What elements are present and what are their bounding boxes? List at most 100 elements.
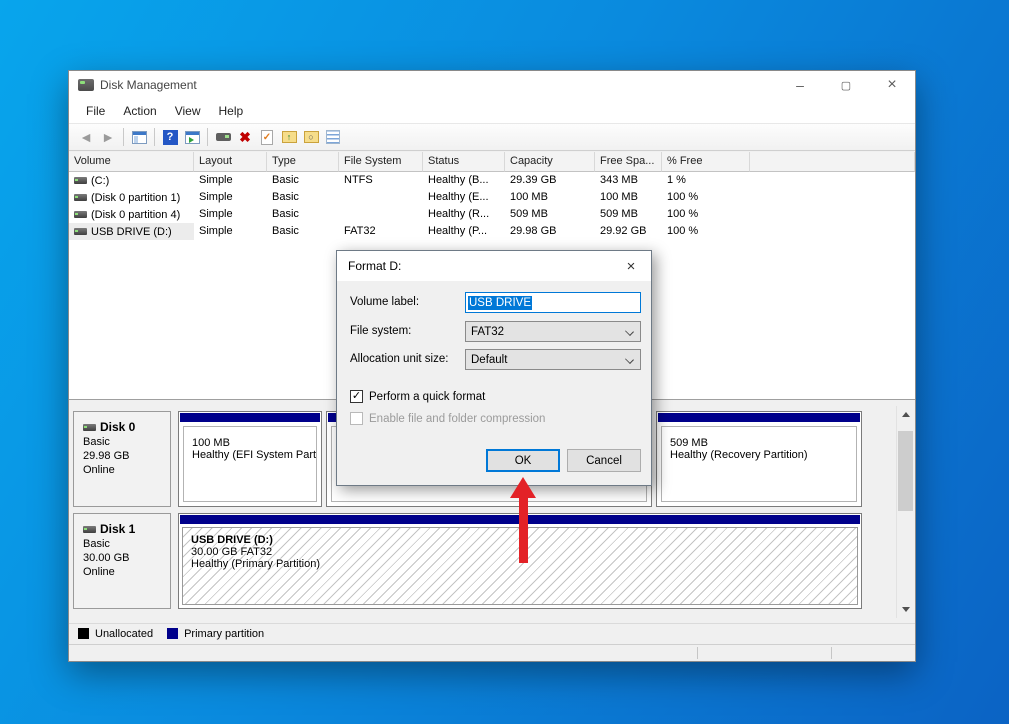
fs-cell — [339, 189, 423, 206]
allocation-unit-select[interactable]: Default — [465, 349, 641, 370]
annotation-arrow-up — [510, 477, 536, 563]
menu-view[interactable]: View — [166, 100, 210, 122]
volume-name: (C:) — [91, 175, 109, 187]
drive-icon — [74, 177, 87, 184]
column-header-capacity[interactable]: Capacity — [505, 152, 595, 172]
menu-action[interactable]: Action — [114, 100, 165, 122]
delete-volume-icon[interactable]: ✖ — [235, 127, 255, 147]
scroll-down-icon[interactable] — [897, 601, 914, 618]
window-title: Disk Management — [100, 78, 197, 92]
properties-glyph — [326, 130, 340, 144]
toolbar-separator — [154, 128, 155, 146]
unallocated-label: Unallocated — [95, 628, 153, 640]
disk0-partition-efi[interactable]: 100 MB Healthy (EFI System Partit — [178, 411, 322, 507]
partition-status: Healthy (EFI System Partit — [192, 449, 316, 461]
volume-cell: (C:) — [69, 172, 194, 189]
capacity-cell: 509 MB — [505, 206, 595, 223]
table-row[interactable]: (Disk 0 partition 1) Simple Basic Health… — [69, 189, 915, 206]
format-dialog: Format D: × Volume label: USB DRIVE File… — [336, 250, 652, 486]
close-button[interactable]: × — [869, 71, 915, 99]
drive-icon — [74, 211, 87, 218]
folder-up-icon[interactable] — [279, 127, 299, 147]
folder-search-icon[interactable] — [301, 127, 321, 147]
dialog-close-icon[interactable]: × — [611, 251, 651, 281]
volume-label-input[interactable]: USB DRIVE — [465, 292, 641, 313]
fs-cell — [339, 206, 423, 223]
app-disk-icon — [78, 79, 94, 91]
allocation-unit-value: Default — [471, 354, 507, 366]
volume-cell: (Disk 0 partition 1) — [69, 189, 194, 206]
primary-partition-swatch — [167, 628, 178, 639]
help-icon[interactable]: ? — [160, 127, 180, 147]
type-cell: Basic — [267, 189, 339, 206]
column-header-free-space[interactable]: Free Spa... — [595, 152, 662, 172]
cancel-button[interactable]: Cancel — [567, 449, 641, 472]
pct-cell: 100 % — [662, 189, 750, 206]
volume-name: USB DRIVE (D:) — [91, 226, 172, 238]
quick-format-label: Perform a quick format — [369, 391, 485, 403]
back-icon[interactable]: ◄ — [76, 127, 96, 147]
disk0-state: Online — [83, 464, 170, 476]
free-cell: 509 MB — [595, 206, 662, 223]
arrow-head — [510, 477, 536, 498]
chevron-down-icon — [625, 355, 634, 364]
volume-name: (Disk 0 partition 1) — [91, 192, 180, 204]
disk0-info-box[interactable]: Disk 0 Basic 29.98 GB Online — [73, 411, 171, 507]
arrow-tail — [519, 497, 528, 563]
show-console-tree-icon[interactable] — [129, 127, 149, 147]
toolbar-separator — [207, 128, 208, 146]
fs-cell: NTFS — [339, 172, 423, 189]
mark-active-icon[interactable]: ✓ — [257, 127, 277, 147]
partition-body: 509 MB Healthy (Recovery Partition) — [661, 426, 857, 502]
column-header-layout[interactable]: Layout — [194, 152, 267, 172]
disk-icon — [83, 526, 96, 533]
disk1-state: Online — [83, 566, 170, 578]
title-bar: Disk Management – ▢ × — [69, 71, 915, 99]
rescan-disks-icon[interactable] — [213, 127, 233, 147]
scrollbar-thumb[interactable] — [898, 431, 913, 511]
column-header-file-system[interactable]: File System — [339, 152, 423, 172]
column-header-type[interactable]: Type — [267, 152, 339, 172]
file-system-select[interactable]: FAT32 — [465, 321, 641, 342]
table-row[interactable]: (Disk 0 partition 4) Simple Basic Health… — [69, 206, 915, 223]
file-system-label: File system: — [350, 325, 411, 337]
ok-button[interactable]: OK — [486, 449, 560, 472]
disk1-info-box[interactable]: Disk 1 Basic 30.00 GB Online — [73, 513, 171, 609]
column-header-volume[interactable]: Volume — [69, 152, 194, 172]
capacity-cell: 100 MB — [505, 189, 595, 206]
layout-cell: Simple — [194, 189, 267, 206]
file-system-value: FAT32 — [471, 326, 504, 338]
action-pane-glyph — [185, 131, 200, 144]
table-row[interactable]: (C:) Simple Basic NTFS Healthy (B... 29.… — [69, 172, 915, 189]
allocation-unit-label: Allocation unit size: — [350, 353, 448, 365]
disk-icon — [83, 424, 96, 431]
menu-file[interactable]: File — [77, 100, 114, 122]
maximize-button[interactable]: ▢ — [823, 71, 869, 99]
column-header-pct-free[interactable]: % Free — [662, 152, 750, 172]
minimize-button[interactable]: – — [777, 71, 823, 99]
disk0-name: Disk 0 — [100, 420, 135, 434]
properties-icon[interactable] — [323, 127, 343, 147]
fs-cell: FAT32 — [339, 223, 423, 240]
table-row-selected[interactable]: USB DRIVE (D:) Simple Basic FAT32 Health… — [69, 223, 915, 240]
scroll-up-icon[interactable] — [897, 406, 914, 423]
disk-glyph — [216, 133, 231, 141]
show-action-pane-icon[interactable] — [182, 127, 202, 147]
column-header-status[interactable]: Status — [423, 152, 505, 172]
status-bar — [69, 644, 915, 661]
free-cell: 343 MB — [595, 172, 662, 189]
compression-label: Enable file and folder compression — [369, 413, 545, 425]
filler-cell — [750, 189, 915, 206]
type-cell: Basic — [267, 223, 339, 240]
disk0-partition-recovery[interactable]: 509 MB Healthy (Recovery Partition) — [656, 411, 862, 507]
legend-bar: Unallocated Primary partition — [69, 623, 915, 643]
vertical-scrollbar[interactable] — [896, 406, 913, 618]
disk1-size: 30.00 GB — [83, 552, 170, 564]
down-triangle — [902, 607, 910, 612]
status-cell: Healthy (E... — [423, 189, 505, 206]
forward-icon[interactable]: ► — [98, 127, 118, 147]
dialog-title: Format D: — [348, 259, 401, 273]
quick-format-checkbox[interactable]: ✓ Perform a quick format — [350, 390, 485, 403]
menu-help[interactable]: Help — [210, 100, 253, 122]
checkbox-unchecked-icon — [350, 412, 363, 425]
